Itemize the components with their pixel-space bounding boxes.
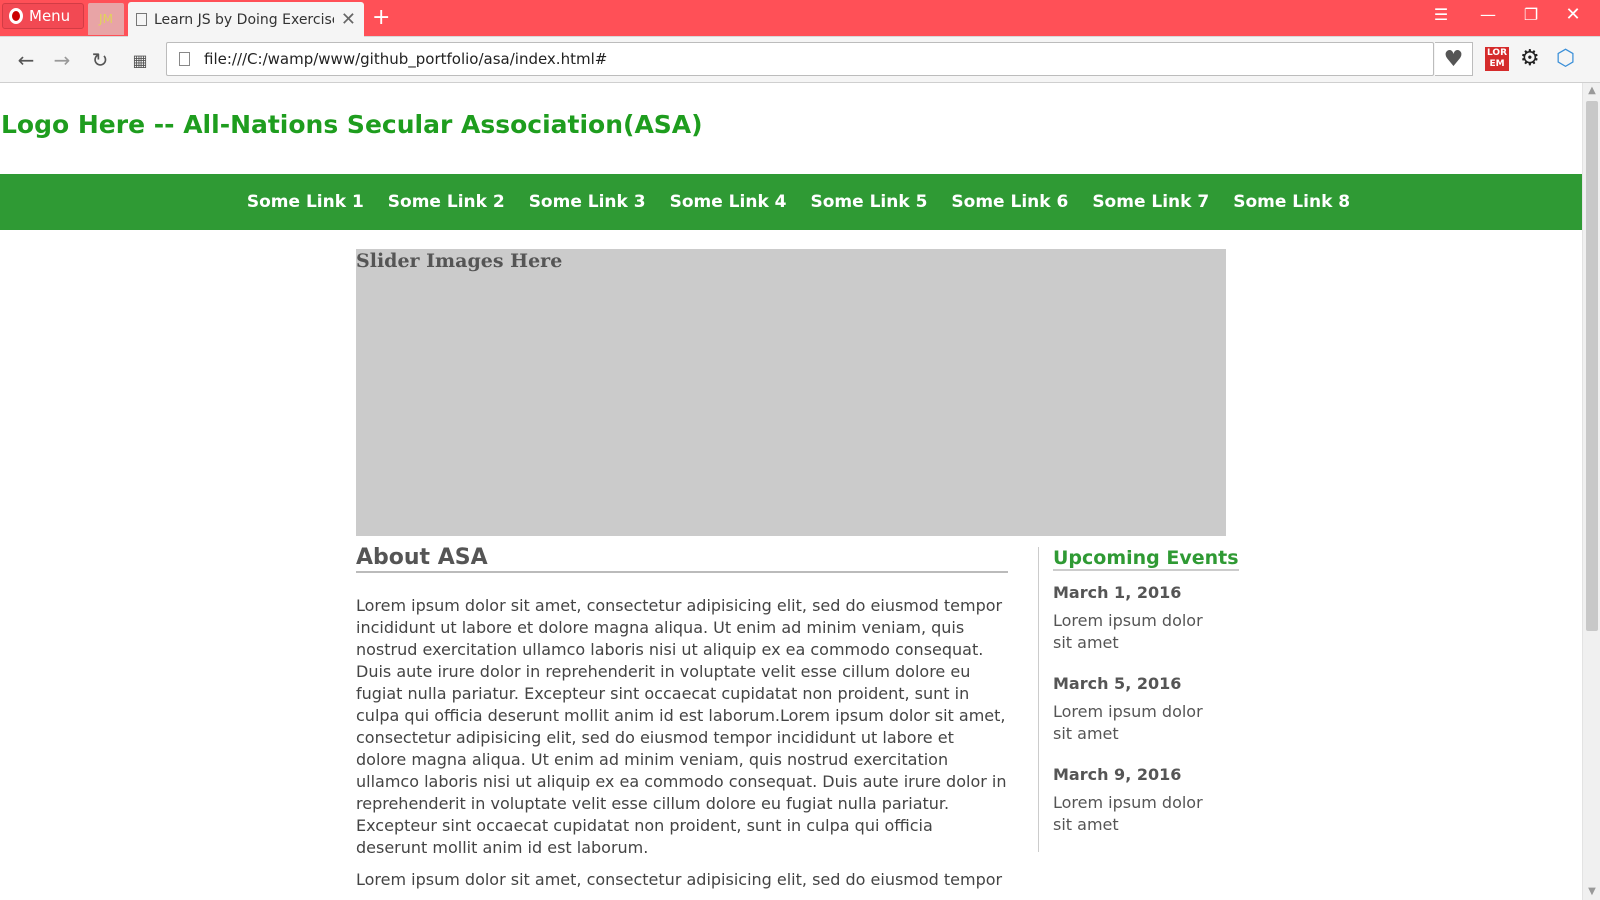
vertical-scrollbar[interactable]: ▲ ▼ xyxy=(1582,83,1600,900)
maximize-icon[interactable]: ❐ xyxy=(1508,0,1554,28)
scrollbar-thumb[interactable] xyxy=(1586,101,1598,631)
browser-toolbar: ← → ↻ ▦ file:///C:/wamp/www/github_portf… xyxy=(0,37,1600,83)
event-date: March 9, 2016 xyxy=(1053,765,1182,784)
event-description: Lorem ipsum dolor sit amet xyxy=(1053,793,1203,834)
lorem-badge-line2: EM xyxy=(1489,59,1505,69)
opera-menu-button[interactable]: Menu xyxy=(2,3,84,29)
speed-dial-icon[interactable]: ▦ xyxy=(126,47,154,73)
scroll-up-icon[interactable]: ▲ xyxy=(1583,83,1600,99)
gear-icon[interactable]: ⚙ xyxy=(1520,46,1540,71)
event-item: March 1, 2016 Lorem ipsum dolor sit amet xyxy=(1053,583,1226,654)
nav-link-6[interactable]: Some Link 6 xyxy=(951,192,1068,212)
menu-label: Menu xyxy=(29,7,71,25)
browser-window: Menu JM Learn JS by Doing Exercises ✕ + … xyxy=(0,0,1600,900)
window-close-icon[interactable]: ✕ xyxy=(1550,0,1596,28)
tab-bar: Menu JM Learn JS by Doing Exercises ✕ + … xyxy=(0,0,1600,37)
heart-icon[interactable]: ♥ xyxy=(1435,42,1473,76)
plus-icon[interactable]: + xyxy=(372,6,390,30)
page-viewport: Logo Here -- All-Nations Secular Associa… xyxy=(0,83,1582,900)
address-bar[interactable]: file:///C:/wamp/www/github_portfolio/asa… xyxy=(166,42,1434,76)
document-icon xyxy=(136,13,147,26)
pinned-tab[interactable]: JM xyxy=(88,3,124,35)
event-description: Lorem ipsum dolor sit amet xyxy=(1053,702,1203,743)
forward-icon[interactable]: → xyxy=(48,47,76,73)
close-icon[interactable]: ✕ xyxy=(341,9,356,30)
tab-menu-icon[interactable]: ☰ xyxy=(1418,0,1464,28)
minimize-icon[interactable]: — xyxy=(1465,0,1511,28)
event-date: March 1, 2016 xyxy=(1053,583,1182,602)
active-tab[interactable]: Learn JS by Doing Exercises ✕ xyxy=(128,2,364,37)
opera-icon xyxy=(9,8,23,24)
main-nav: Some Link 1 Some Link 2 Some Link 3 Some… xyxy=(0,174,1582,230)
nav-link-7[interactable]: Some Link 7 xyxy=(1092,192,1209,212)
site-logo[interactable]: Logo Here -- All-Nations Secular Associa… xyxy=(1,110,703,139)
reload-icon[interactable]: ↻ xyxy=(86,47,114,73)
image-slider[interactable]: Slider Images Here xyxy=(356,249,1226,536)
slider-placeholder-text: Slider Images Here xyxy=(356,250,563,272)
event-item: March 9, 2016 Lorem ipsum dolor sit amet xyxy=(1053,765,1226,836)
event-description: Lorem ipsum dolor sit amet xyxy=(1053,611,1203,652)
events-heading: Upcoming Events xyxy=(1053,547,1239,571)
nav-link-1[interactable]: Some Link 1 xyxy=(247,192,364,212)
lorem-badge-line1: LOR xyxy=(1487,48,1507,58)
nav-link-8[interactable]: Some Link 8 xyxy=(1233,192,1350,212)
pinned-tab-label: JM xyxy=(99,12,113,26)
nav-link-2[interactable]: Some Link 2 xyxy=(388,192,505,212)
event-date: March 5, 2016 xyxy=(1053,674,1182,693)
tab-title: Learn JS by Doing Exercises xyxy=(154,11,334,28)
nav-link-3[interactable]: Some Link 3 xyxy=(529,192,646,212)
nav-link-5[interactable]: Some Link 5 xyxy=(811,192,928,212)
nav-link-4[interactable]: Some Link 4 xyxy=(670,192,787,212)
about-heading: About ASA xyxy=(356,545,1008,573)
about-paragraph: Lorem ipsum dolor sit amet, consectetur … xyxy=(356,596,1007,857)
address-url: file:///C:/wamp/www/github_portfolio/asa… xyxy=(204,50,608,68)
event-item: March 5, 2016 Lorem ipsum dolor sit amet xyxy=(1053,674,1226,745)
lorem-icon[interactable]: LOR EM xyxy=(1485,47,1509,71)
back-icon[interactable]: ← xyxy=(12,47,40,73)
page-icon xyxy=(179,52,190,66)
scroll-down-icon[interactable]: ▼ xyxy=(1583,884,1600,900)
about-section: About ASA Lorem ipsum dolor sit amet, co… xyxy=(356,545,1008,900)
about-paragraph: Lorem ipsum dolor sit amet, consectetur … xyxy=(356,870,1003,889)
extension-icon[interactable]: ⬡ xyxy=(1556,46,1575,71)
upcoming-events: Upcoming Events March 1, 2016 Lorem ipsu… xyxy=(1038,547,1239,852)
